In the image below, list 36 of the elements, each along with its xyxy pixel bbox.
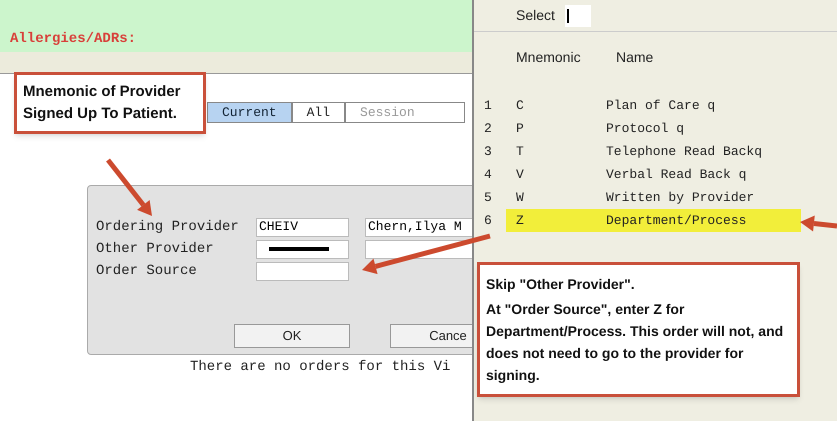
text-cursor: [566, 8, 569, 22]
row-number: 5: [483, 188, 493, 207]
dialog-button[interactable]: OK: [234, 324, 350, 348]
column-header: Name: [616, 48, 654, 66]
list-row[interactable]: P Protocol q: [506, 117, 801, 140]
field-label: Other Provider: [96, 240, 215, 258]
list-row[interactable]: C Plan of Care q: [506, 94, 801, 117]
row-number: 6: [483, 212, 493, 230]
callout-text: At "Order Source", enter Z for Department/Process. This order will not, and does not need to go to the provider for signing.: [486, 300, 784, 385]
field-label: Order Source: [96, 262, 198, 280]
dialog-button[interactable]: Cance: [390, 324, 472, 348]
row-number: 2: [483, 120, 493, 138]
list-row[interactable]: T Telephone Read Backq: [506, 140, 801, 163]
empty-message: There are no orders for this Vi: [190, 358, 452, 377]
arrow: [106, 158, 152, 216]
select-label: Select: [516, 6, 555, 25]
field-label: Ordering Provider: [96, 218, 240, 236]
column-header: Mnemonic: [516, 48, 582, 66]
input-field[interactable]: [256, 240, 349, 258]
list-row[interactable]: Z Department/Process: [506, 209, 801, 232]
list-row[interactable]: W Written by Provider: [506, 186, 801, 209]
redaction-bar: [269, 247, 329, 251]
input-field[interactable]: [256, 262, 349, 280]
input-field[interactable]: CHEIV: [256, 218, 349, 236]
tab[interactable]: All: [292, 102, 346, 123]
row-number: 4: [483, 166, 493, 184]
allergies-label: Allergies/ADRs:: [10, 30, 136, 49]
row-number: 1: [483, 96, 493, 115]
list-row[interactable]: V Verbal Read Back q: [506, 163, 801, 186]
arrow: [800, 216, 837, 232]
callout-text: Mnemonic of Provider Signed Up To Patient.: [23, 82, 182, 124]
tab[interactable]: Current: [207, 102, 292, 123]
select-field[interactable]: [564, 4, 591, 26]
callout-text: Skip "Other Provider".: [486, 275, 636, 294]
input-field[interactable]: Chern,Ilya M: [365, 218, 472, 236]
row-number: 3: [483, 142, 493, 161]
